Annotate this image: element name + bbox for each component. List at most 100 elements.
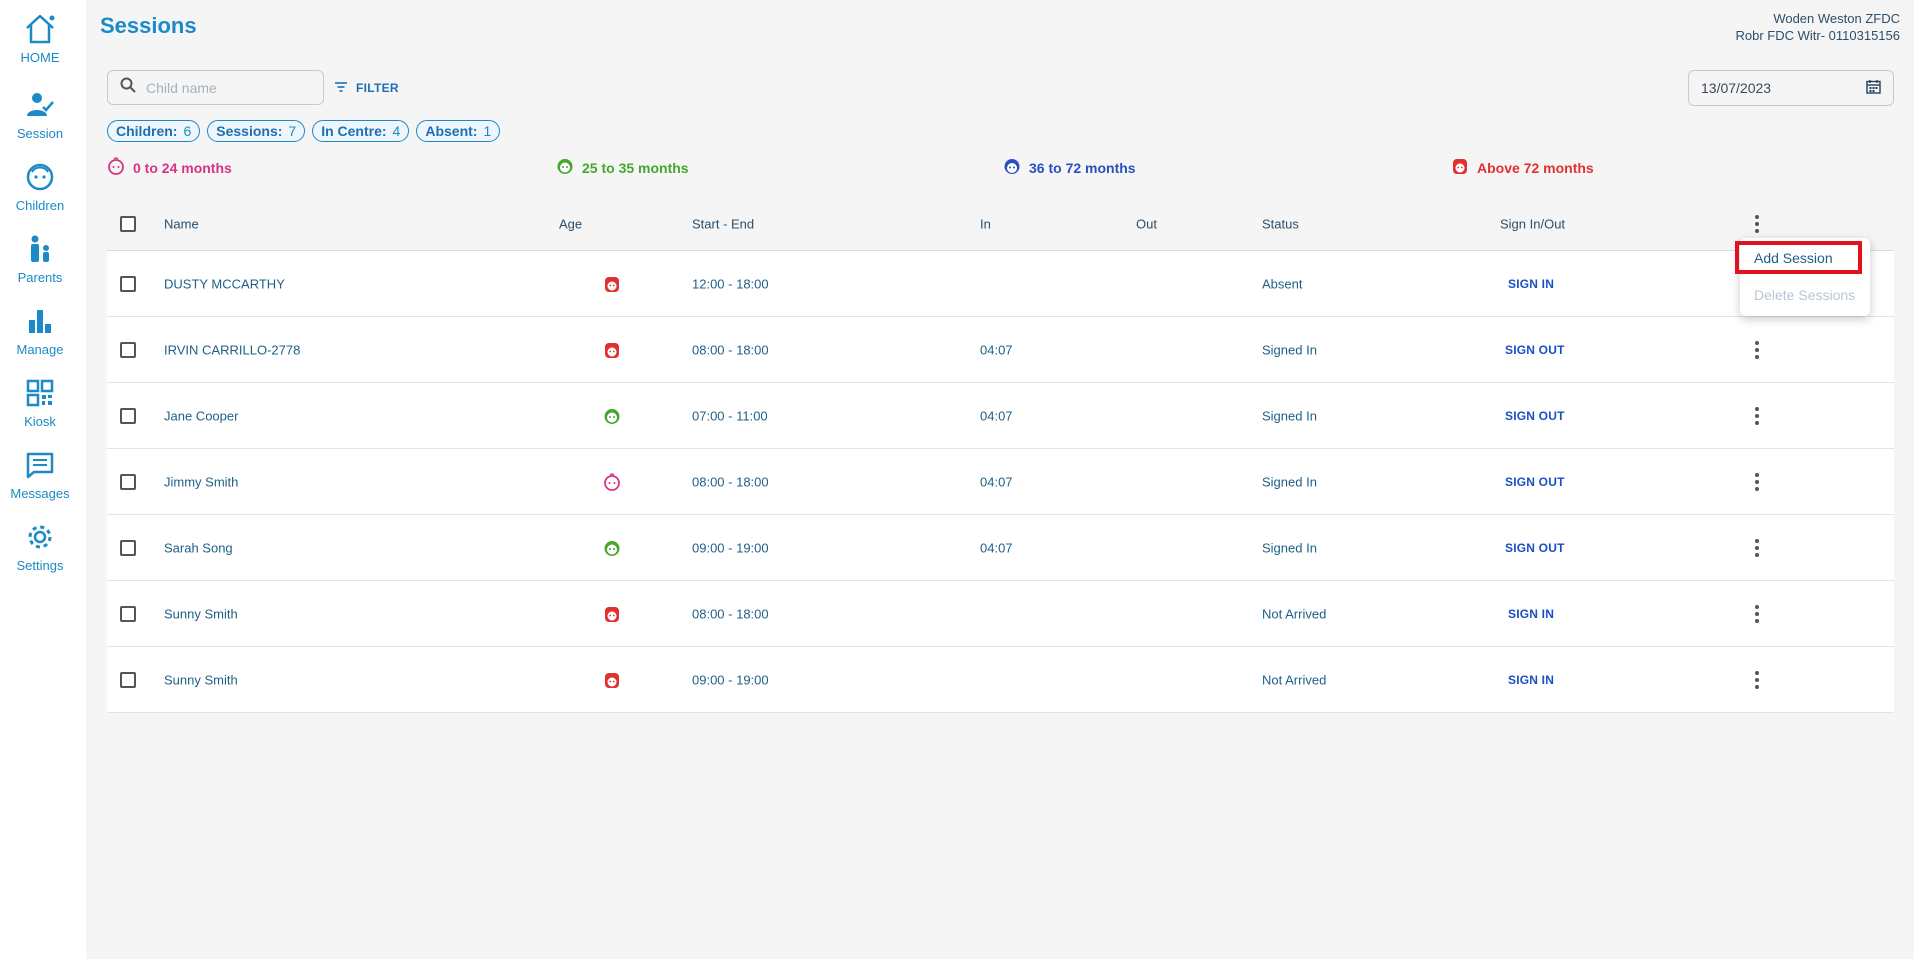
org-info: Woden Weston ZFDC Robr FDC Witr- 0110315… (1736, 10, 1901, 44)
calendar-icon[interactable] (1866, 79, 1881, 97)
nav-kiosk[interactable]: Kiosk (0, 376, 80, 436)
session-status: Signed In (1262, 474, 1317, 489)
nav-children[interactable]: Children (0, 160, 80, 220)
sessions-table: Name Age Start - End In Out Status Sign … (107, 198, 1894, 713)
child-name[interactable]: DUSTY MCCARTHY (164, 276, 285, 291)
org-service: Robr FDC Witr- 0110315156 (1735, 28, 1901, 43)
col-name[interactable]: Name (164, 217, 199, 232)
col-status[interactable]: Status (1262, 217, 1299, 232)
nav-manage[interactable]: Manage (0, 304, 80, 364)
child-name[interactable]: Sarah Song (164, 540, 233, 555)
session-time: 09:00 - 19:00 (692, 540, 769, 555)
table-body: DUSTY MCCARTHY 12:00 - 18:00 Absent SIGN IN… (107, 251, 1894, 713)
filter-button[interactable]: FILTER (334, 78, 399, 98)
nav-parents-label: Parents (17, 270, 63, 285)
search-box[interactable] (107, 70, 324, 105)
page-title: Sessions (100, 13, 197, 38)
sign-in-time: 04:07 (980, 540, 1013, 555)
row-checkbox[interactable] (120, 275, 136, 292)
qr-code-icon (23, 376, 57, 410)
chip-sessions[interactable]: Sessions: 7 (207, 120, 306, 142)
sign-in-time: 04:07 (980, 408, 1013, 423)
nav-home-label: HOME (20, 50, 60, 65)
row-more-icon[interactable] (1747, 668, 1767, 692)
legend-25-35: 25 to 35 months (556, 157, 689, 178)
sign-action-button[interactable]: SIGN OUT (1505, 475, 1565, 489)
message-icon (23, 448, 57, 482)
row-checkbox[interactable] (120, 671, 136, 688)
col-age[interactable]: Age (559, 217, 582, 232)
session-time: 08:00 - 18:00 (692, 606, 769, 621)
table-row[interactable]: Jane Cooper 07:00 - 11:00 04:07 Signed In SI… (107, 383, 1894, 449)
child-name[interactable]: Sunny Smith (164, 672, 238, 687)
delete-sessions-menu-item[interactable]: Delete Sessions (1740, 280, 1870, 310)
table-row[interactable]: Sunny Smith 08:00 - 18:00 Not Arrived SIGN … (107, 581, 1894, 647)
col-out[interactable]: Out (1136, 217, 1157, 232)
home-icon (23, 12, 57, 46)
col-in[interactable]: In (980, 217, 991, 232)
nav-settings[interactable]: Settings (0, 520, 80, 580)
sign-action-button[interactable]: SIGN OUT (1505, 541, 1565, 555)
session-status: Not Arrived (1262, 606, 1327, 621)
chip-absent[interactable]: Absent: 1 (416, 120, 501, 142)
child-name[interactable]: Jane Cooper (164, 408, 238, 423)
date-picker[interactable]: 13/07/2023 (1688, 70, 1894, 106)
nav-session[interactable]: Session (0, 88, 80, 148)
sign-action-button[interactable]: SIGN IN (1508, 607, 1554, 621)
chip-in-centre[interactable]: In Centre: 4 (312, 120, 410, 142)
session-status: Signed In (1262, 342, 1317, 357)
child-name[interactable]: Jimmy Smith (164, 474, 238, 489)
preschooler-face-icon (1003, 157, 1021, 178)
chip-in-centre-value: 4 (392, 123, 401, 139)
row-checkbox[interactable] (120, 539, 136, 556)
col-start-end[interactable]: Start - End (692, 217, 754, 232)
row-more-icon[interactable] (1747, 338, 1767, 362)
table-row[interactable]: Sunny Smith 09:00 - 19:00 Not Arrived SIGN … (107, 647, 1894, 713)
nav-messages[interactable]: Messages (0, 448, 80, 508)
row-more-icon[interactable] (1747, 404, 1767, 428)
header-more-icon[interactable] (1747, 212, 1767, 236)
add-session-menu-item[interactable]: Add Session (1735, 241, 1862, 274)
row-more-icon[interactable] (1747, 470, 1767, 494)
nav-messages-label: Messages (10, 486, 70, 501)
org-name: Woden Weston ZFDC (1773, 11, 1900, 26)
session-time: 08:00 - 18:00 (692, 474, 769, 489)
select-all-checkbox[interactable] (120, 216, 136, 232)
chip-children[interactable]: Children: 6 (107, 120, 201, 142)
sign-action-button[interactable]: SIGN OUT (1505, 343, 1565, 357)
sign-action-button[interactable]: SIGN IN (1508, 277, 1554, 291)
nav-parents[interactable]: Parents (0, 232, 80, 292)
table-row[interactable]: IRVIN CARRILLO-2778 08:00 - 18:00 04:07 Sig… (107, 317, 1894, 383)
row-checkbox[interactable] (120, 605, 136, 622)
row-more-icon[interactable] (1747, 602, 1767, 626)
child-name-search-input[interactable] (146, 79, 306, 96)
table-row[interactable]: Jimmy Smith 08:00 - 18:00 04:07 Signed In SI… (107, 449, 1894, 515)
sign-action-button[interactable]: SIGN OUT (1505, 409, 1565, 423)
chip-in-centre-label: In Centre: (321, 123, 387, 139)
chip-sessions-value: 7 (288, 123, 297, 139)
session-status: Signed In (1262, 408, 1317, 423)
col-sign[interactable]: Sign In/Out (1500, 217, 1565, 232)
legend-25-35-label: 25 to 35 months (582, 159, 689, 176)
row-checkbox[interactable] (120, 473, 136, 490)
legend-above-72-label: Above 72 months (1477, 159, 1594, 176)
sign-action-button[interactable]: SIGN IN (1508, 673, 1554, 687)
table-row[interactable]: DUSTY MCCARTHY 12:00 - 18:00 Absent SIGN IN (107, 251, 1894, 317)
school-age-face-icon (603, 671, 621, 689)
child-name[interactable]: IRVIN CARRILLO-2778 (164, 342, 300, 357)
child-name[interactable]: Sunny Smith (164, 606, 238, 621)
filter-label: FILTER (356, 81, 399, 95)
date-value: 13/07/2023 (1701, 80, 1772, 96)
sign-in-time: 04:07 (980, 474, 1013, 489)
chip-sessions-label: Sessions: (216, 123, 283, 139)
legend-0-24-label: 0 to 24 months (133, 159, 232, 176)
table-row[interactable]: Sarah Song 09:00 - 19:00 04:07 Signed In SIG… (107, 515, 1894, 581)
infant-face-icon (107, 157, 125, 178)
row-more-icon[interactable] (1747, 536, 1767, 560)
school-age-face-icon (603, 605, 621, 623)
table-header: Name Age Start - End In Out Status Sign … (107, 198, 1894, 251)
row-checkbox[interactable] (120, 341, 136, 358)
row-checkbox[interactable] (120, 407, 136, 424)
nav-home[interactable]: HOME (0, 12, 80, 72)
search-icon (120, 77, 136, 98)
